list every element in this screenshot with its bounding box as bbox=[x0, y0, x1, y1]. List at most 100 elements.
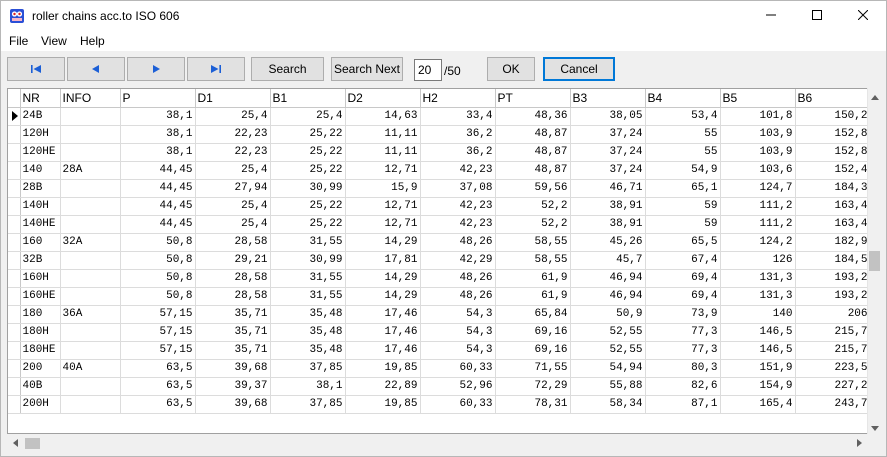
last-record-button[interactable] bbox=[187, 57, 245, 81]
table-cell[interactable]: 17,46 bbox=[345, 305, 421, 324]
table-cell[interactable]: 223,5 bbox=[795, 359, 871, 378]
table-cell[interactable]: 165,4 bbox=[720, 395, 796, 414]
table-cell[interactable]: 193,2 bbox=[795, 287, 871, 306]
table-cell[interactable]: 48,36 bbox=[495, 107, 571, 126]
table-cell[interactable]: 48,87 bbox=[495, 143, 571, 162]
column-header[interactable]: NR bbox=[20, 89, 61, 108]
table-cell[interactable]: 140H bbox=[20, 197, 61, 216]
table-cell[interactable]: 180 bbox=[20, 305, 61, 324]
menu-file[interactable]: File bbox=[9, 34, 28, 48]
table-cell[interactable]: 28B bbox=[20, 179, 61, 198]
column-header[interactable]: PT bbox=[495, 89, 571, 108]
table-cell[interactable]: 182,9 bbox=[795, 233, 871, 252]
table-cell[interactable]: 82,6 bbox=[645, 377, 721, 396]
column-header[interactable]: B1 bbox=[270, 89, 346, 108]
row-selector[interactable] bbox=[8, 215, 21, 234]
table-cell[interactable]: 59 bbox=[645, 215, 721, 234]
table-cell[interactable]: 160 bbox=[20, 233, 61, 252]
table-row[interactable]: 140 28A 44,45 25,4 25,22 12,71 42,23 48,87 37,24… bbox=[8, 161, 871, 180]
table-cell[interactable]: 25,4 bbox=[195, 197, 271, 216]
table-cell[interactable]: 146,5 bbox=[720, 341, 796, 360]
table-cell[interactable]: 32A bbox=[60, 233, 121, 252]
table-cell[interactable]: 38,1 bbox=[270, 377, 346, 396]
table-cell[interactable]: 103,6 bbox=[720, 161, 796, 180]
table-cell[interactable]: 55 bbox=[645, 125, 721, 144]
table-cell[interactable]: 30,99 bbox=[270, 179, 346, 198]
table-cell[interactable]: 67,4 bbox=[645, 251, 721, 270]
table-cell[interactable]: 12,71 bbox=[345, 215, 421, 234]
table-cell[interactable]: 71,55 bbox=[495, 359, 571, 378]
table-cell[interactable]: 78,31 bbox=[495, 395, 571, 414]
table-cell[interactable]: 22,23 bbox=[195, 125, 271, 144]
table-cell[interactable]: 60,33 bbox=[420, 395, 496, 414]
table-cell[interactable]: 111,2 bbox=[720, 197, 796, 216]
table-cell[interactable]: 152,8 bbox=[795, 143, 871, 162]
table-cell[interactable]: 73,9 bbox=[645, 305, 721, 324]
table-cell[interactable]: 42,29 bbox=[420, 251, 496, 270]
column-header[interactable]: B3 bbox=[570, 89, 646, 108]
table-row[interactable]: 140HE 44,45 25,4 25,22 12,71 42,23 52,2 38,91 59… bbox=[8, 215, 871, 234]
table-cell[interactable]: 152,4 bbox=[795, 161, 871, 180]
table-cell[interactable]: 14,29 bbox=[345, 233, 421, 252]
table-cell[interactable]: 54,3 bbox=[420, 323, 496, 342]
table-cell[interactable]: 37,85 bbox=[270, 359, 346, 378]
table-cell[interactable]: 180H bbox=[20, 323, 61, 342]
table-cell[interactable]: 69,16 bbox=[495, 341, 571, 360]
table-row[interactable]: 24B 38,1 25,4 25,4 14,63 33,4 48,36 38,05 53,4 10… bbox=[8, 107, 871, 126]
table-cell[interactable]: 17,81 bbox=[345, 251, 421, 270]
vertical-scroll-thumb[interactable] bbox=[869, 251, 880, 271]
table-cell[interactable]: 131,3 bbox=[720, 287, 796, 306]
table-cell[interactable]: 52,2 bbox=[495, 215, 571, 234]
table-cell[interactable]: 69,4 bbox=[645, 287, 721, 306]
table-row[interactable]: 180HE 57,15 35,71 35,48 17,46 54,3 69,16 52,55 7… bbox=[8, 341, 871, 360]
table-cell[interactable]: 77,3 bbox=[645, 341, 721, 360]
cancel-button[interactable]: Cancel bbox=[543, 57, 615, 81]
table-cell[interactable]: 54,94 bbox=[570, 359, 646, 378]
column-header[interactable]: INFO bbox=[60, 89, 121, 108]
table-cell[interactable]: 37,24 bbox=[570, 143, 646, 162]
table-row[interactable]: 200 40A 63,5 39,68 37,85 19,85 60,33 71,55 54,94… bbox=[8, 359, 871, 378]
table-cell[interactable]: 32B bbox=[20, 251, 61, 270]
column-header[interactable]: B4 bbox=[645, 89, 721, 108]
close-button[interactable] bbox=[840, 1, 886, 31]
table-cell[interactable]: 45,26 bbox=[570, 233, 646, 252]
table-cell[interactable]: 25,4 bbox=[195, 215, 271, 234]
table-cell[interactable]: 25,22 bbox=[270, 197, 346, 216]
row-selector[interactable] bbox=[8, 341, 21, 360]
table-cell[interactable] bbox=[60, 395, 121, 414]
table-cell[interactable]: 120H bbox=[20, 125, 61, 144]
table-cell[interactable]: 28,58 bbox=[195, 287, 271, 306]
table-cell[interactable]: 200H bbox=[20, 395, 61, 414]
row-selector[interactable] bbox=[8, 269, 21, 288]
table-cell[interactable]: 37,85 bbox=[270, 395, 346, 414]
table-cell[interactable]: 38,1 bbox=[120, 125, 196, 144]
column-header[interactable]: B5 bbox=[720, 89, 796, 108]
table-cell[interactable]: 140HE bbox=[20, 215, 61, 234]
table-cell[interactable]: 57,15 bbox=[120, 323, 196, 342]
table-cell[interactable]: 63,5 bbox=[120, 359, 196, 378]
table-cell[interactable]: 28,58 bbox=[195, 269, 271, 288]
table-cell[interactable]: 22,89 bbox=[345, 377, 421, 396]
table-row[interactable]: 140H 44,45 25,4 25,22 12,71 42,23 52,2 38,91 59 1… bbox=[8, 197, 871, 216]
table-row[interactable]: 120H 38,1 22,23 25,22 11,11 36,2 48,87 37,24 55 1… bbox=[8, 125, 871, 144]
table-cell[interactable]: 58,34 bbox=[570, 395, 646, 414]
table-cell[interactable]: 25,4 bbox=[195, 161, 271, 180]
table-cell[interactable]: 215,7 bbox=[795, 341, 871, 360]
table-cell[interactable]: 80,3 bbox=[645, 359, 721, 378]
table-cell[interactable]: 160H bbox=[20, 269, 61, 288]
table-cell[interactable]: 152,8 bbox=[795, 125, 871, 144]
row-selector[interactable] bbox=[8, 197, 21, 216]
table-row[interactable]: 120HE 38,1 22,23 25,22 11,11 36,2 48,87 37,24 55… bbox=[8, 143, 871, 162]
row-selector[interactable] bbox=[8, 305, 21, 324]
table-row[interactable]: 160HE 50,8 28,58 31,55 14,29 48,26 61,9 46,94 69… bbox=[8, 287, 871, 306]
table-cell[interactable]: 36,2 bbox=[420, 143, 496, 162]
table-cell[interactable]: 28,58 bbox=[195, 233, 271, 252]
table-cell[interactable]: 40A bbox=[60, 359, 121, 378]
row-selector[interactable] bbox=[8, 161, 21, 180]
table-cell[interactable]: 50,8 bbox=[120, 251, 196, 270]
table-cell[interactable]: 31,55 bbox=[270, 269, 346, 288]
table-cell[interactable] bbox=[60, 179, 121, 198]
table-cell[interactable]: 15,9 bbox=[345, 179, 421, 198]
ok-button[interactable]: OK bbox=[487, 57, 535, 81]
table-cell[interactable]: 11,11 bbox=[345, 125, 421, 144]
